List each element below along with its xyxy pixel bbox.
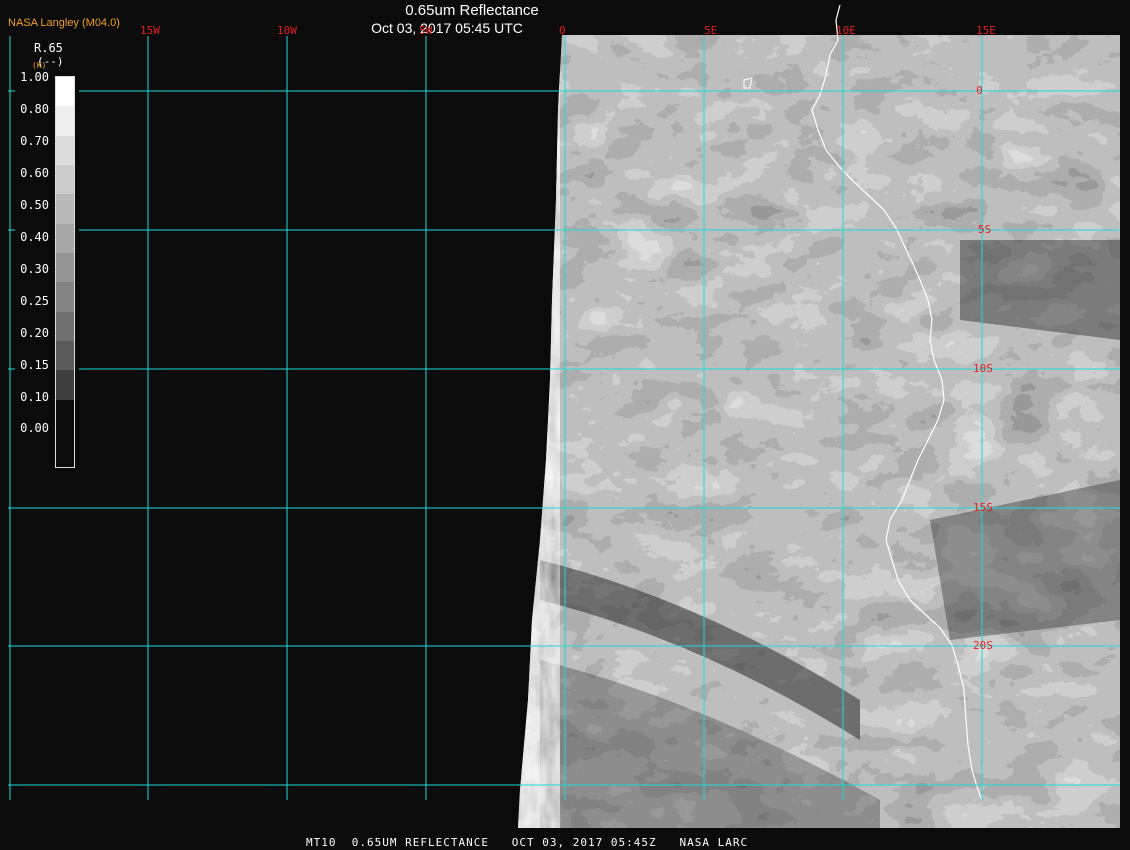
lat-label-20s: 20S	[973, 639, 993, 652]
lon-label-5e: 5E	[704, 24, 718, 37]
legend-swatch	[56, 282, 74, 313]
footer-caption: MT10 0.65UM REFLECTANCE OCT 03, 2017 05:…	[306, 836, 749, 849]
legend-swatch	[56, 135, 74, 166]
legend-swatch	[56, 165, 74, 195]
lat-label-0: 0	[976, 84, 983, 97]
legend-swatch	[56, 223, 74, 254]
legend-tick-label: 0.50	[20, 198, 49, 212]
legend-tick-label: 0.00	[20, 421, 49, 435]
map-datetime: Oct 03, 2017 05:45 UTC	[371, 20, 523, 36]
legend-swatch	[56, 253, 74, 283]
lon-label-15e: 15E	[976, 24, 996, 37]
legend-color-bar	[55, 76, 75, 468]
legend-swatch	[56, 370, 74, 401]
legend-tick-label: 0.80	[20, 102, 49, 116]
org-label: NASA Langley (M04.0)	[8, 17, 120, 29]
legend-tick-label: 0.25	[20, 294, 49, 308]
legend-tick-label: 0.40	[20, 230, 49, 244]
legend-tick-label: 0.30	[20, 262, 49, 276]
legend-marker: (K)	[32, 61, 47, 70]
legend-tick-label: 0.60	[20, 166, 49, 180]
map-canvas	[0, 0, 1130, 850]
lon-label-0: 0	[559, 24, 566, 37]
legend-swatch	[56, 341, 74, 371]
lat-label-10s: 10S	[973, 362, 993, 375]
lon-label-10w: 10W	[277, 24, 297, 37]
legend-title: R.65	[34, 41, 63, 55]
legend-tick-label: 0.70	[20, 134, 49, 148]
legend-swatch	[56, 311, 74, 342]
legend-tick-label: 1.00	[20, 70, 49, 84]
lat-label-15s: 15S	[973, 501, 993, 514]
satellite-imagery	[518, 35, 1120, 828]
legend-swatch	[56, 106, 74, 137]
lon-label-5w: 5W	[419, 24, 433, 37]
legend-tick-label: 0.10	[20, 390, 49, 404]
satellite-map-view: NASA Langley (M04.0) 0.65um Reflectance …	[0, 0, 1130, 850]
legend-tick-label: 0.15	[20, 358, 49, 372]
legend-swatch	[56, 77, 74, 107]
legend-swatch	[56, 194, 74, 225]
map-title: 0.65um Reflectance	[405, 2, 539, 19]
legend-swatch	[56, 399, 74, 430]
lat-label-5s: 5S	[978, 223, 992, 236]
legend-panel: R.65 (--) (K) 1.00 0.80 0.70 0.60 0.50 0.40 0.…	[15, 38, 79, 468]
lon-label-15w: 15W	[140, 24, 160, 37]
lon-label-10e: 10E	[836, 24, 856, 37]
legend-tick-label: 0.20	[20, 326, 49, 340]
